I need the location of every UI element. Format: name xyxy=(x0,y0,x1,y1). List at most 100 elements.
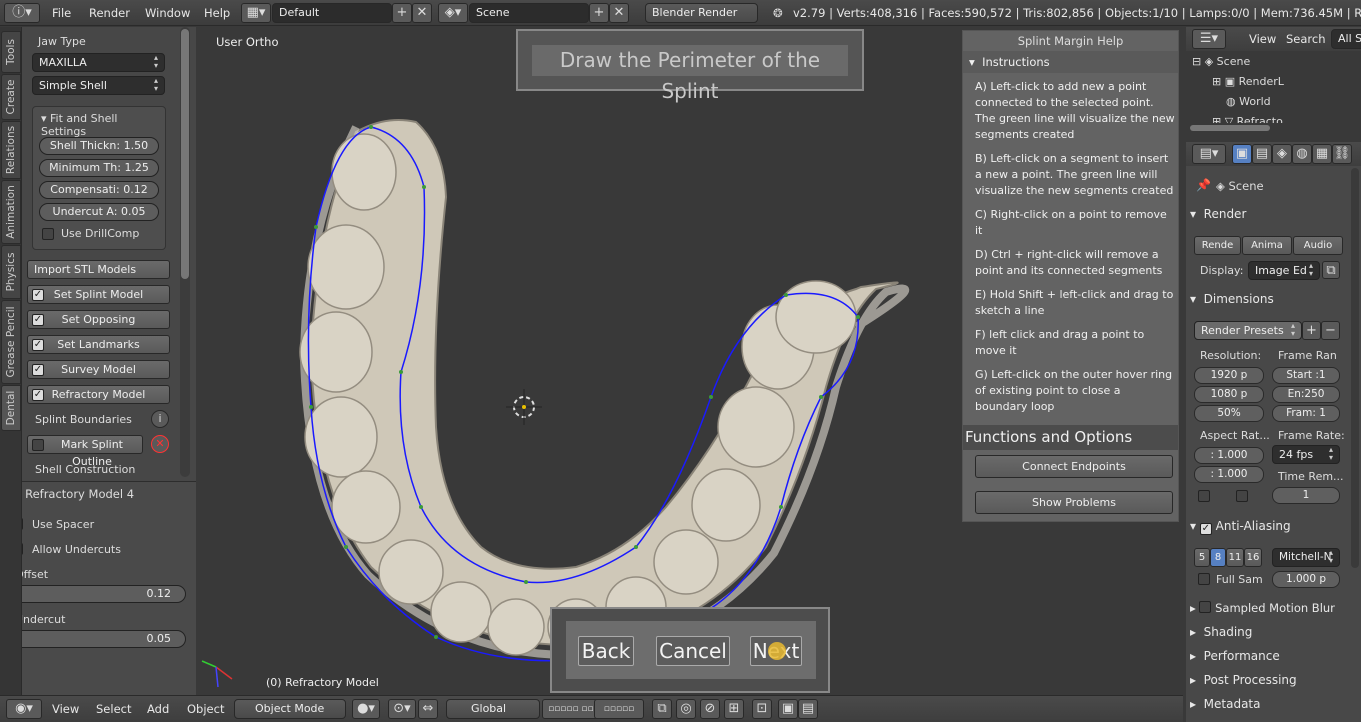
tab-tools[interactable]: Tools xyxy=(1,31,21,73)
menu-window[interactable]: Window xyxy=(145,3,190,23)
tab-physics[interactable]: Physics xyxy=(1,245,21,299)
lock-icon[interactable]: ⧉ xyxy=(652,699,672,719)
orientation-select[interactable]: Global xyxy=(446,699,540,719)
resolution-percent-field[interactable]: 50% xyxy=(1194,405,1264,422)
tab-create[interactable]: Create xyxy=(1,74,21,120)
add-scene-button[interactable]: + xyxy=(589,3,609,23)
set-landmarks-button[interactable]: ✓ Set Landmarks xyxy=(27,335,170,354)
scene-tab-icon[interactable]: ◈ xyxy=(1272,144,1292,164)
performance-section-header[interactable]: ▸ Performance xyxy=(1190,645,1355,667)
aa-samples-11[interactable]: 11 xyxy=(1226,548,1244,567)
post-processing-section-header[interactable]: ▸ Post Processing xyxy=(1190,669,1355,691)
mode-select[interactable]: Object Mode xyxy=(234,699,346,719)
add-layout-button[interactable]: + xyxy=(392,3,412,23)
allow-undercuts-checkbox[interactable]: ✓ xyxy=(22,543,23,555)
outliner-item-world[interactable]: ◍ World xyxy=(1226,95,1271,108)
menu-select[interactable]: Select xyxy=(96,699,131,719)
render-engine-select[interactable]: Blender Render xyxy=(645,3,758,23)
layers-icon-2[interactable]: ▫▫▫▫▫ xyxy=(594,699,644,719)
undercut-angle-field[interactable]: Undercut A: 0.05 xyxy=(39,203,159,221)
full-sample-checkbox[interactable] xyxy=(1198,573,1210,585)
aa-filter-select[interactable]: Mitchell-N xyxy=(1272,548,1340,567)
cancel-x-icon[interactable]: ✕ xyxy=(151,435,169,453)
add-preset-button[interactable]: + xyxy=(1302,321,1321,340)
render-presets-select[interactable]: Render Presets xyxy=(1194,321,1302,340)
aspect-y-field[interactable]: : 1.000 xyxy=(1194,466,1264,483)
shading-icon[interactable]: ●▾ xyxy=(352,699,380,719)
frame-step-field[interactable]: Fram: 1 xyxy=(1272,405,1340,422)
frame-rate-select[interactable]: 24 fps xyxy=(1272,445,1340,464)
show-problems-button[interactable]: Show Problems xyxy=(975,491,1173,514)
object-tab-icon[interactable]: ▦ xyxy=(1312,144,1332,164)
layout-field[interactable]: Default xyxy=(272,3,392,23)
minimum-thickness-field[interactable]: Minimum Th: 1.25 xyxy=(39,159,159,177)
outliner-scrollbar[interactable] xyxy=(1190,125,1270,131)
snap-element-icon[interactable]: ⊞ xyxy=(724,699,744,719)
scene-field[interactable]: Scene xyxy=(469,3,589,23)
manipulator-icon[interactable]: ⇔ xyxy=(418,699,438,719)
render-button[interactable]: Rende xyxy=(1194,236,1241,255)
aa-samples-16[interactable]: 16 xyxy=(1244,548,1262,567)
back-button[interactable]: Back xyxy=(578,636,634,666)
pin-icon[interactable]: 📌 xyxy=(1196,178,1211,192)
outliner-menu-search[interactable]: Search xyxy=(1286,29,1326,49)
mark-splint-outline-button[interactable]: Mark Splint Outline xyxy=(27,435,143,468)
border-checkbox[interactable] xyxy=(1198,490,1210,502)
outliner-item-scene[interactable]: ⊟ ◈ Scene xyxy=(1192,55,1250,68)
resolution-y-field[interactable]: 1080 p xyxy=(1194,386,1264,403)
outliner-item-renderlayers[interactable]: ⊞ ▣ RenderL xyxy=(1212,75,1284,88)
render-icon[interactable]: ▣ xyxy=(778,699,798,719)
operator-title[interactable]: ▾ Refractory Model 4 xyxy=(22,487,134,501)
pivot-icon[interactable]: ⊙▾ xyxy=(388,699,416,719)
refractory-model-button[interactable]: ✓ Refractory Model xyxy=(27,385,170,404)
jaw-type-select[interactable]: MAXILLA xyxy=(32,53,165,72)
constraints-tab-icon[interactable]: ⛓ xyxy=(1332,144,1352,164)
remove-scene-button[interactable]: ✕ xyxy=(609,3,629,23)
set-splint-model-button[interactable]: ✓ Set Splint Model xyxy=(27,285,170,304)
menu-help[interactable]: Help xyxy=(204,3,230,23)
shell-type-select[interactable]: Simple Shell xyxy=(32,76,165,95)
tab-relations[interactable]: Relations xyxy=(1,121,21,179)
remove-layout-button[interactable]: ✕ xyxy=(412,3,432,23)
world-tab-icon[interactable]: ◍ xyxy=(1292,144,1312,164)
proportional-icon[interactable]: ◎ xyxy=(676,699,696,719)
lock-interface-icon[interactable]: ⧉ xyxy=(1322,261,1340,279)
remove-preset-button[interactable]: − xyxy=(1321,321,1340,340)
scene-icon[interactable]: ◈▾ xyxy=(438,3,468,23)
filter-size-field[interactable]: 1.000 p xyxy=(1272,571,1340,588)
fit-shell-settings-header[interactable]: ▾ Fit and Shell Settings xyxy=(41,112,165,138)
time-remap-field[interactable]: 1 xyxy=(1272,487,1340,504)
info-icon[interactable]: i xyxy=(151,410,169,428)
aspect-x-field[interactable]: : 1.000 xyxy=(1194,447,1264,464)
metadata-section-header[interactable]: ▸ Metadata xyxy=(1190,693,1355,715)
outliner-menu-view[interactable]: View xyxy=(1249,29,1276,49)
menu-object[interactable]: Object xyxy=(187,699,224,719)
use-drillcomp-checkbox[interactable] xyxy=(42,228,54,240)
animation-button[interactable]: Anima xyxy=(1242,236,1292,255)
outliner-item-refractory[interactable]: ⊞ ▽ Refracto xyxy=(1212,115,1283,123)
tab-dental[interactable]: Dental xyxy=(1,385,21,431)
aa-samples-8[interactable]: 8 xyxy=(1210,548,1226,567)
tab-animation[interactable]: Animation xyxy=(1,180,21,244)
connect-endpoints-button[interactable]: Connect Endpoints xyxy=(975,455,1173,478)
shading-section-header[interactable]: ▸ Shading xyxy=(1190,621,1355,643)
frame-end-field[interactable]: En:250 xyxy=(1272,386,1340,403)
import-stl-button[interactable]: Import STL Models xyxy=(27,260,170,279)
snap-icon[interactable]: ⊘ xyxy=(700,699,720,719)
editor-type-icon[interactable]: ◉▾ xyxy=(6,699,42,719)
menu-file[interactable]: File xyxy=(52,3,71,23)
menu-add[interactable]: Add xyxy=(147,699,169,719)
frame-start-field[interactable]: Start :1 xyxy=(1272,367,1340,384)
set-opposing-button[interactable]: ✓ Set Opposing xyxy=(27,310,170,329)
properties-editor-icon[interactable]: ▤▾ xyxy=(1192,144,1226,164)
outliner-filter-select[interactable]: All S xyxy=(1331,29,1361,49)
aa-samples-5[interactable]: 5 xyxy=(1194,548,1210,567)
editor-type-info-icon[interactable]: ⓘ▾ xyxy=(4,3,40,23)
crop-checkbox[interactable] xyxy=(1236,490,1248,502)
offset-field[interactable]: 0.12 xyxy=(22,585,186,603)
display-select[interactable]: Image Ed xyxy=(1248,261,1320,280)
render-layers-tab-icon[interactable]: ▤ xyxy=(1252,144,1272,164)
audio-button[interactable]: Audio xyxy=(1293,236,1343,255)
menu-render[interactable]: Render xyxy=(89,3,130,23)
properties-scrollbar[interactable] xyxy=(1351,168,1359,568)
